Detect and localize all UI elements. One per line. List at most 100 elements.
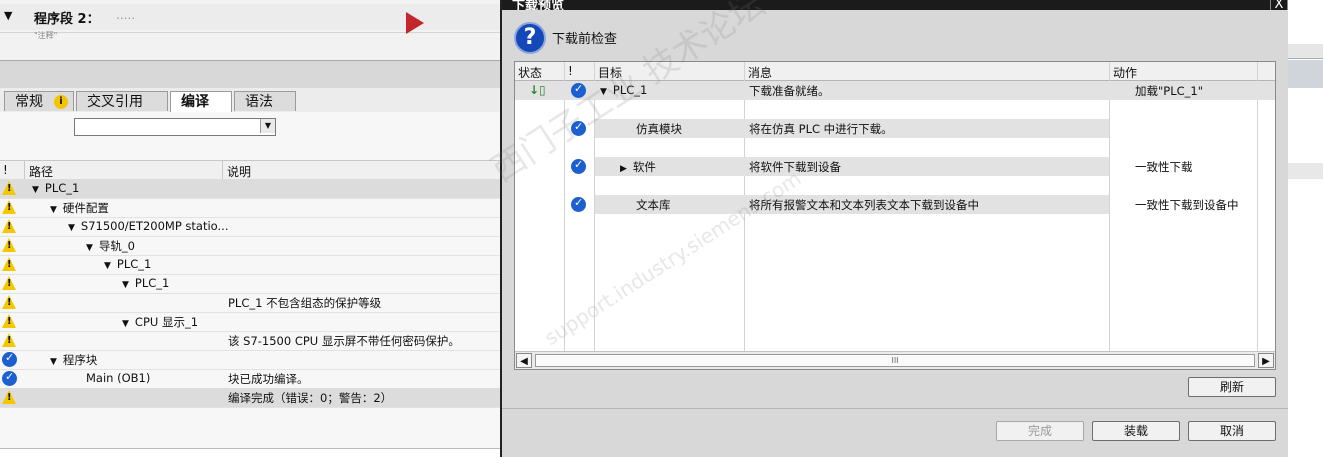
warning-icon bbox=[2, 219, 16, 233]
expand-triangle-icon[interactable]: ▼ bbox=[122, 319, 129, 329]
expand-triangle-icon[interactable]: ▼ bbox=[86, 243, 93, 253]
expand-triangle-icon[interactable]: ▼ bbox=[122, 280, 129, 290]
download-check-grid: 状态 ! 目标 消息 动作 ↓▯ ▼ PLC_1 下载准备就绪。 加载"PLC_1" 仿真… bbox=[514, 61, 1276, 370]
row-message: 将在仿真 PLC 中进行下载。 bbox=[749, 122, 893, 136]
download-ready-icon: ↓▯ bbox=[529, 83, 546, 97]
inspector-tabs: 常规 i 交叉引用 编译 语法 bbox=[0, 88, 500, 113]
question-icon: ? bbox=[514, 22, 546, 54]
column-separator[interactable] bbox=[222, 161, 223, 179]
expand-triangle-icon[interactable]: ▼ bbox=[600, 87, 607, 97]
column-separator[interactable] bbox=[24, 161, 25, 179]
table-row[interactable]: 编译完成（错误：0；警告：2） bbox=[0, 388, 500, 408]
list-item[interactable]: 文本库 将所有报警文本和文本列表文本下载到设备中 一致性下载到设备中 bbox=[515, 195, 1275, 214]
column-separator bbox=[1257, 62, 1258, 369]
column-path[interactable]: 路径 bbox=[29, 163, 53, 180]
dialog-divider bbox=[502, 408, 1288, 409]
refresh-button[interactable]: 刷新 bbox=[1188, 377, 1276, 397]
row-path-label: PLC_1 bbox=[44, 181, 80, 195]
table-row[interactable]: ▼ PLC_1 bbox=[0, 274, 500, 294]
table-row[interactable]: ▼ 程序块 bbox=[0, 350, 500, 370]
row-target-label: PLC_1 bbox=[612, 83, 648, 97]
dialog-heading: 下载前检查 bbox=[552, 32, 618, 47]
scrollbar-thumb[interactable]: III bbox=[535, 354, 1255, 367]
network-title-placeholder[interactable]: ..... bbox=[116, 8, 135, 22]
column-description[interactable]: 说明 bbox=[227, 163, 251, 180]
ruler bbox=[1288, 44, 1323, 59]
column-separator bbox=[1109, 62, 1110, 369]
row-path-label: 硬件配置 bbox=[62, 201, 109, 215]
compile-grid-header: ! 路径 说明 bbox=[0, 160, 500, 180]
expand-triangle-icon[interactable]: ▼ bbox=[104, 261, 111, 271]
row-description: 该 S7-1500 CPU 显示屏不带任何密码保护。 bbox=[228, 334, 460, 348]
warning-icon bbox=[2, 181, 16, 195]
row-path-label: S71500/ET200MP statio... bbox=[80, 219, 229, 233]
dialog-titlebar[interactable] bbox=[502, 0, 1288, 10]
row-path: Main (OB1) bbox=[86, 371, 150, 385]
tab-cross-references[interactable]: 交叉引用 bbox=[76, 91, 168, 111]
tab-xref-label: 交叉引用 bbox=[87, 94, 143, 110]
table-row[interactable]: ▼ 导轨_0 bbox=[0, 236, 500, 256]
row-path: ▼ CPU 显示_1 bbox=[122, 314, 198, 330]
expand-triangle-icon[interactable]: ▼ bbox=[68, 223, 75, 233]
table-row[interactable]: Main (OB1) 块已成功编译。 bbox=[0, 369, 500, 389]
chevron-down-icon[interactable]: ▼ bbox=[260, 119, 275, 133]
scroll-left-icon[interactable]: ◀ bbox=[516, 353, 532, 368]
network-comment[interactable]: "注释" bbox=[34, 30, 57, 41]
load-button[interactable]: 装载 bbox=[1092, 421, 1180, 441]
tab-compile[interactable]: 编译 bbox=[170, 91, 232, 113]
expand-triangle-icon[interactable]: ▼ bbox=[50, 357, 57, 367]
network-divider bbox=[0, 32, 500, 41]
check-circle-icon bbox=[571, 120, 586, 136]
check-circle-icon bbox=[2, 370, 17, 386]
tab-syntax-label: 语法 bbox=[245, 94, 273, 110]
column-mark: ! bbox=[3, 163, 8, 177]
row-path: ▼ 硬件配置 bbox=[50, 200, 109, 216]
finish-button[interactable]: 完成 bbox=[996, 421, 1084, 441]
row-description: 块已成功编译。 bbox=[228, 372, 309, 386]
row-target: 仿真模块 bbox=[636, 121, 682, 137]
mouse-pointer-icon bbox=[406, 12, 424, 34]
table-row[interactable]: ▼ CPU 显示_1 bbox=[0, 312, 500, 332]
row-action[interactable]: 一致性下载 bbox=[1135, 159, 1193, 175]
cancel-button[interactable]: 取消 bbox=[1188, 421, 1276, 441]
column-message[interactable]: 消息 bbox=[748, 64, 772, 81]
column-mark[interactable]: ! bbox=[568, 64, 573, 78]
list-item[interactable]: 仿真模块 将在仿真 PLC 中进行下载。 bbox=[515, 119, 1275, 138]
check-circle-icon bbox=[2, 351, 17, 367]
row-path-label: 程序块 bbox=[62, 353, 98, 367]
horizontal-scrollbar[interactable]: ◀ III ▶ bbox=[515, 351, 1275, 369]
tab-syntax[interactable]: 语法 bbox=[234, 91, 296, 111]
column-action[interactable]: 动作 bbox=[1113, 64, 1137, 81]
expand-triangle-icon[interactable]: ▼ bbox=[32, 185, 39, 195]
row-action[interactable]: 加载"PLC_1" bbox=[1135, 83, 1203, 99]
right-header-strip bbox=[1288, 163, 1323, 179]
table-row[interactable]: ▼ 硬件配置 bbox=[0, 198, 500, 218]
list-item[interactable]: ↓▯ ▼ PLC_1 下载准备就绪。 加载"PLC_1" bbox=[515, 81, 1275, 100]
table-row[interactable]: ▼ S71500/ET200MP statio... bbox=[0, 217, 500, 237]
download-grid-header: 状态 ! 目标 消息 动作 bbox=[515, 62, 1275, 81]
warning-icon bbox=[2, 238, 16, 252]
row-action[interactable]: 一致性下载到设备中 bbox=[1135, 197, 1239, 213]
message-filter-select[interactable]: ▼ bbox=[74, 118, 276, 136]
column-separator bbox=[744, 62, 745, 369]
expand-triangle-icon[interactable]: ▼ bbox=[50, 205, 57, 215]
table-row[interactable]: PLC_1 不包含组态的保护等级 bbox=[0, 293, 500, 313]
list-item[interactable]: ▶ 软件 将软件下载到设备 一致性下载 bbox=[515, 157, 1275, 176]
expand-triangle-icon[interactable]: ▶ bbox=[620, 164, 627, 174]
table-row[interactable]: ▼ PLC_1 bbox=[0, 255, 500, 275]
table-row[interactable]: ▼ PLC_1 bbox=[0, 179, 500, 199]
tab-general[interactable]: 常规 i bbox=[4, 91, 74, 111]
row-path-label: PLC_1 bbox=[134, 276, 170, 290]
column-status[interactable]: 状态 bbox=[518, 64, 542, 81]
row-target: ▶ 软件 bbox=[620, 159, 656, 175]
column-target[interactable]: 目标 bbox=[598, 64, 622, 81]
row-path-label: 导轨_0 bbox=[98, 239, 135, 253]
row-path: ▼ PLC_1 bbox=[104, 257, 151, 271]
row-target-label: 文本库 bbox=[636, 198, 671, 212]
row-target-label: 软件 bbox=[632, 160, 656, 174]
row-path-label: PLC_1 bbox=[116, 257, 152, 271]
table-row[interactable]: 该 S7-1500 CPU 显示屏不带任何密码保护。 bbox=[0, 331, 500, 351]
scroll-right-icon[interactable]: ▶ bbox=[1258, 353, 1274, 368]
row-path: ▼ PLC_1 bbox=[122, 276, 169, 290]
collapse-triangle-icon[interactable]: ▼ bbox=[4, 9, 12, 22]
